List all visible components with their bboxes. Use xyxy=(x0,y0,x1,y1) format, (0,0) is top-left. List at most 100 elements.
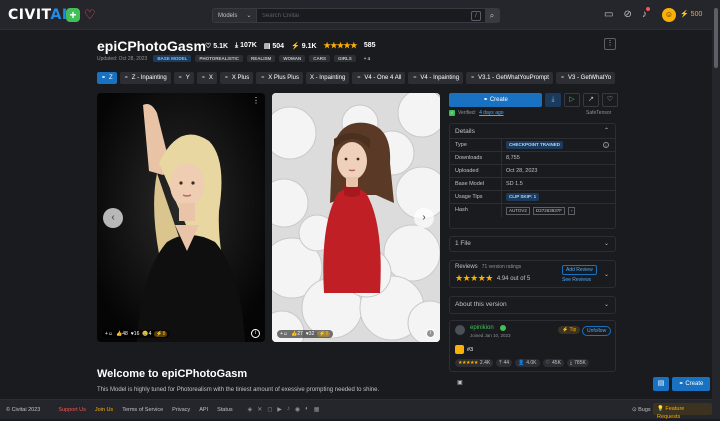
image-reactions: +☺ 👍48 ♥16 😢4 ⚡8 xyxy=(102,330,171,338)
twitter-icon[interactable]: ✕ xyxy=(257,406,262,413)
heart-icon[interactable]: ♡ xyxy=(602,93,618,107)
camera-icon[interactable]: ▣ xyxy=(457,379,463,386)
type-badge: CHECKPOINT TRAINED xyxy=(506,141,564,149)
add-review-button[interactable]: Add Review xyxy=(562,265,597,275)
search-icon[interactable]: ⌕ xyxy=(485,9,499,22)
creator-stats: ★★★★★ 2.4K ⤒ 44 👤 4.0K ♡ 45K ⤓ 785K xyxy=(455,359,589,367)
tos-link[interactable]: Terms of Service xyxy=(122,407,163,413)
play-icon[interactable]: ▷ xyxy=(564,93,580,107)
more-menu-button[interactable]: ⋮ xyxy=(604,38,616,50)
see-reviews-link[interactable]: See Reviews xyxy=(562,277,591,283)
civitai-logo[interactable]: CIVITAI xyxy=(8,7,68,23)
github-icon[interactable]: ◐ xyxy=(305,406,309,413)
create-plus-icon[interactable]: + xyxy=(66,8,80,22)
rating-stars[interactable]: ★★★★★ xyxy=(324,41,358,50)
about-version-panel[interactable]: About this version ⌄ xyxy=(449,296,616,314)
image-reactions: +☺ 👍27 ♥32 ⚡8 xyxy=(277,330,334,338)
prev-arrow-icon[interactable]: ‹ xyxy=(103,208,123,228)
reviews-panel: Reviews 71 version ratings ★★★★★ 4.94 out … xyxy=(449,260,616,288)
info-icon[interactable]: i xyxy=(426,329,435,338)
tag[interactable]: CARS xyxy=(309,55,331,62)
twitch-icon[interactable]: ▦ xyxy=(314,406,320,413)
page-title: epiCPhotoGasm xyxy=(97,38,206,54)
detail-row: Base Model SD 1.5 xyxy=(450,178,615,191)
version-tab[interactable]: ⚭ Z xyxy=(97,72,117,84)
version-tab[interactable]: ⚭ Z - Inpainting xyxy=(119,72,171,84)
link-icon: ⚭ xyxy=(177,75,183,81)
search-scope-select[interactable]: Models ⌄ xyxy=(213,9,257,22)
eye-off-icon[interactable]: ⊘ xyxy=(623,9,631,20)
floating-create-button[interactable]: ⚭ Create xyxy=(672,377,710,391)
search-input[interactable] xyxy=(257,12,471,19)
chevron-down-icon[interactable]: ⌄ xyxy=(604,271,609,278)
scrollbar-thumb[interactable] xyxy=(714,8,718,68)
creator-card: epinikion Joined Jan 10, 2023 ⚡ Tip Unfo… xyxy=(449,320,616,372)
chat-icon[interactable]: ▤ xyxy=(653,377,669,391)
version-tab[interactable]: X - Inpainting xyxy=(305,72,350,84)
rank-badge-icon xyxy=(455,345,464,354)
join-link[interactable]: Join Us xyxy=(95,407,113,413)
creator-badge-icon xyxy=(500,325,506,331)
bugs-link[interactable]: ⊙ Bugs xyxy=(632,407,651,413)
version-tab[interactable]: ⚭ V3.1 - GetWhatYouPrompt xyxy=(466,72,553,84)
status-link[interactable]: Status xyxy=(217,407,233,413)
hash-type-select[interactable]: AUTOV2 xyxy=(506,206,530,215)
version-tab[interactable]: ⚭ Y xyxy=(173,72,194,84)
files-panel[interactable]: 1 File ⌄ xyxy=(449,236,616,252)
next-arrow-icon[interactable]: › xyxy=(414,208,434,228)
verified-ago-link[interactable]: 4 days ago xyxy=(479,110,503,116)
details-header[interactable]: Details ⌃ xyxy=(450,124,615,139)
link-icon: ⚭ xyxy=(260,75,266,81)
discord-icon[interactable]: ◈ xyxy=(248,406,253,413)
creator-name[interactable]: epinikion xyxy=(470,325,494,331)
tag[interactable]: GIRLS xyxy=(334,55,356,62)
version-tab[interactable]: ⚭ V4 - One 4 All xyxy=(352,72,406,84)
download-icon[interactable]: ⤓ xyxy=(545,93,561,107)
review-stars: ★★★★★ xyxy=(455,273,493,283)
copyright: © Civitai 2023 xyxy=(6,406,41,413)
more-tags[interactable]: + 4 xyxy=(360,55,374,62)
info-icon[interactable]: i xyxy=(603,142,609,148)
model-stats: ♡ 5.1K ⤓ 107K ▤ 504 ⚡ 9.1K ★★★★★ 585 xyxy=(205,41,376,50)
buzz-balance[interactable]: ⚡ 500 xyxy=(680,10,702,18)
instagram-icon[interactable]: ◻ xyxy=(267,406,272,413)
image-menu-icon[interactable]: ⋮ xyxy=(252,96,260,105)
tag[interactable]: PHOTOREALISTIC xyxy=(195,55,243,62)
tiktok-icon[interactable]: ♪ xyxy=(287,406,290,413)
create-button[interactable]: ⚭ Create xyxy=(449,93,542,107)
feature-requests-link[interactable]: 💡 Feature Requests xyxy=(653,403,712,420)
copy-hash-icon[interactable]: › xyxy=(567,206,576,215)
tag[interactable]: WOMAN xyxy=(279,55,306,62)
top-bar: CIVITAI + ♡ Models⌄ / ⌕ ▭ ⊘ ♪ ☺ ⚡ 500 xyxy=(0,0,712,30)
tag[interactable]: REALISM xyxy=(247,55,276,62)
version-tab[interactable]: ⚭ V3 - GetWhatYo xyxy=(555,72,615,84)
bell-icon[interactable]: ♪ xyxy=(642,7,650,20)
api-link[interactable]: API xyxy=(199,407,208,413)
link-icon: ⚭ xyxy=(412,75,418,81)
unfollow-button[interactable]: Unfollow xyxy=(582,326,612,336)
support-heart-icon[interactable]: ♡ xyxy=(84,7,96,23)
tip-button[interactable]: ⚡ Tip xyxy=(558,326,581,334)
updated-date: Updated: Oct 28, 2023 xyxy=(97,55,148,62)
hash-value[interactable]: D37263937F xyxy=(532,206,565,215)
youtube-icon[interactable]: ▶ xyxy=(277,406,282,413)
footer: © Civitai 2023 Support Us Join Us Terms … xyxy=(0,399,712,420)
user-avatar[interactable]: ☺ xyxy=(662,8,676,22)
tag-base-model[interactable]: BASE MODEL xyxy=(153,55,192,62)
detail-row: Hash AUTOV2 D37263937F › xyxy=(450,204,615,217)
info-icon[interactable]: i xyxy=(251,329,260,338)
privacy-link[interactable]: Privacy xyxy=(172,407,190,413)
reaction-bar[interactable]: +☺ 👍48 ♥16 😢4 ⚡8 xyxy=(102,330,171,338)
reaction-bar[interactable]: +☺ 👍27 ♥32 ⚡8 xyxy=(277,330,334,338)
monitor-icon[interactable]: ▭ xyxy=(604,9,613,20)
support-link[interactable]: Support Us xyxy=(58,407,86,413)
version-tab[interactable]: ⚭ X Plus Plus xyxy=(256,72,303,84)
reddit-icon[interactable]: ◉ xyxy=(295,406,300,413)
image-menu-icon[interactable]: ⋮ xyxy=(427,96,435,105)
version-tab[interactable]: ⚭ X xyxy=(196,72,217,84)
verified-line: ✓ Verified: 4 days ago xyxy=(449,110,504,116)
version-tab[interactable]: ⚭ V4 - Inpainting xyxy=(408,72,464,84)
share-icon[interactable]: ↗ xyxy=(583,93,599,107)
version-tab[interactable]: ⚭ X Plus xyxy=(219,72,254,84)
creator-avatar[interactable] xyxy=(455,325,465,335)
